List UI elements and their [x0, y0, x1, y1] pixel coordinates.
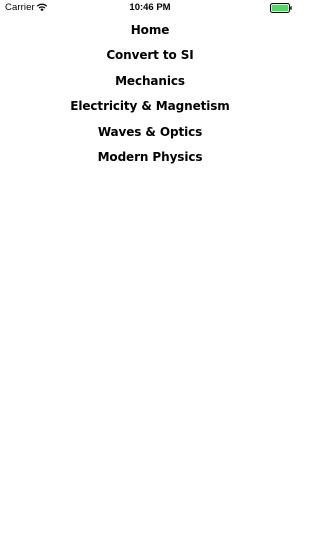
menu-item-convert-to-si[interactable]: Convert to SI [0, 45, 300, 70]
main-menu: Home Convert to SI Mechanics Electricity… [0, 20, 300, 172]
battery-icon [270, 3, 292, 13]
status-time: 10:46 PM [129, 2, 171, 13]
app-screen: Carrier 10:46 PM Home Convert to SI Mech… [0, 0, 300, 533]
battery-fill [271, 4, 289, 12]
menu-item-waves-optics[interactable]: Waves & Optics [0, 122, 300, 147]
menu-item-home[interactable]: Home [0, 20, 300, 45]
menu-item-modern-physics[interactable]: Modern Physics [0, 147, 300, 172]
menu-item-electricity-magnetism[interactable]: Electricity & Magnetism [0, 96, 300, 121]
status-bar: Carrier 10:46 PM [0, 0, 300, 16]
menu-item-mechanics[interactable]: Mechanics [0, 71, 300, 96]
